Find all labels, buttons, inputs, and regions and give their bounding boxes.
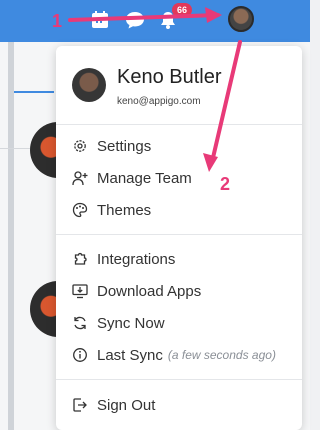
calendar-icon[interactable] — [89, 9, 111, 31]
menu-item-label: Themes — [97, 201, 152, 219]
menu-item-integrations[interactable]: Integrations — [72, 246, 297, 272]
menu-item-label: Download Apps — [97, 282, 202, 300]
puzzle-icon — [74, 252, 87, 265]
menu-item-label: Manage Team — [97, 169, 192, 187]
annotation-step-2: 2 — [220, 174, 231, 194]
background-scrollbar — [8, 42, 14, 430]
top-bar: 66 — [0, 0, 310, 42]
menu-divider — [56, 379, 302, 380]
menu-item-last-sync: Last Sync (a few seconds ago) — [72, 342, 297, 368]
user-name: Keno Butler — [117, 66, 222, 88]
menu-item-label: Sign Out — [97, 396, 156, 414]
info-icon — [73, 348, 87, 362]
sign-out-icon — [73, 398, 87, 412]
menu-item-label: Integrations — [97, 250, 176, 268]
menu-item-download-apps[interactable]: Download Apps — [72, 278, 297, 304]
last-sync-time: (a few seconds ago) — [167, 348, 276, 362]
menu-item-settings[interactable]: Settings — [72, 133, 297, 159]
annotation-step-1: 1 — [52, 11, 63, 31]
profile-dropdown-menu: Keno Butler keno@appigo.com Settings Man… — [56, 46, 302, 430]
menu-divider — [56, 234, 302, 235]
chat-icon[interactable] — [124, 9, 146, 31]
notification-badge: 66 — [172, 3, 192, 17]
menu-divider — [56, 124, 302, 125]
menu-item-label: Last Sync — [97, 346, 163, 364]
menu-item-label: Settings — [97, 137, 152, 155]
menu-item-sync-now[interactable]: Sync Now — [72, 310, 297, 336]
user-avatar — [72, 68, 106, 102]
palette-icon — [72, 202, 88, 218]
profile-avatar-button[interactable] — [228, 6, 254, 32]
menu-item-sign-out[interactable]: Sign Out — [72, 392, 297, 418]
menu-item-manage-team[interactable]: Manage Team — [72, 165, 297, 191]
background-tab-indicator — [14, 91, 54, 93]
sync-icon — [74, 316, 86, 330]
user-plus-icon — [72, 171, 88, 186]
menu-item-label: Sync Now — [97, 314, 165, 332]
gear-icon — [74, 140, 86, 152]
menu-item-themes[interactable]: Themes — [72, 197, 297, 223]
download-monitor-icon — [72, 284, 88, 299]
user-email: keno@appigo.com — [117, 96, 201, 107]
